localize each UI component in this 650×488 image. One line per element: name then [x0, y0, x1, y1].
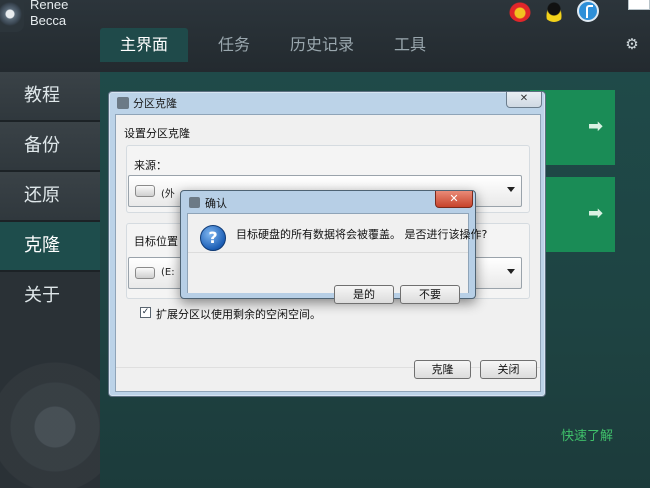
qq-icon[interactable] [543, 0, 565, 22]
confirm-button-bar: 是的 不要 [188, 252, 468, 304]
no-button[interactable]: 不要 [400, 285, 460, 304]
gear-icon[interactable]: ⚙ [624, 36, 640, 52]
confirm-dialog: 确认 ✕ ? 目标硬盘的所有数据将会被覆盖。 是否进行该操作? 是的 不要 [180, 190, 487, 304]
source-value: (外 [161, 189, 175, 200]
tab-tools[interactable]: 工具 [376, 28, 444, 62]
tab-home[interactable]: 主界面 [100, 28, 188, 62]
quick-learn-link[interactable]: 快速了解 [561, 425, 613, 444]
facebook-icon[interactable] [577, 0, 599, 22]
arrow-right-icon: ➡ [588, 203, 604, 224]
chevron-down-icon [507, 269, 515, 274]
tab-history[interactable]: 历史记录 [272, 28, 372, 62]
app-logo-icon [0, 0, 24, 32]
brand-line2: Becca [30, 13, 67, 28]
main-tabs: 主界面 任务 历史记录 工具 [100, 28, 444, 62]
tab-tasks[interactable]: 任务 [200, 28, 268, 62]
expand-partition-label: 扩展分区以使用剩余的空闲空间。 [156, 308, 321, 321]
dialog-titlebar[interactable]: 分区克隆 [109, 92, 545, 114]
source-label: 来源： [134, 159, 167, 172]
target-value: (E: [161, 267, 175, 278]
clone-button[interactable]: 克隆 [414, 360, 471, 379]
confirm-body: ? 目标硬盘的所有数据将会被覆盖。 是否进行该操作? 是的 不要 [187, 213, 487, 304]
sidebar-item-backup[interactable]: 备份 [0, 122, 100, 172]
confirm-message: 目标硬盘的所有数据将会被覆盖。 是否进行该操作? [236, 228, 488, 241]
dialog-heading: 设置分区克隆 [124, 127, 190, 140]
brand: Renee Becca [30, 0, 68, 29]
dialog-title: 分区克隆 [133, 97, 177, 110]
sidebar-item-tutorial[interactable]: 教程 [0, 72, 100, 122]
close-icon[interactable]: ✕ [506, 92, 542, 108]
close-button[interactable]: 关闭 [480, 360, 537, 379]
app-icon [189, 197, 200, 208]
brand-line1: Renee [30, 0, 69, 12]
app-icon [117, 97, 129, 109]
chevron-down-icon [507, 187, 515, 192]
weibo-icon[interactable] [509, 0, 531, 22]
sidebar: 教程 备份 还原 克隆 关于 [0, 72, 120, 488]
question-icon: ? [200, 225, 226, 251]
app-header: Renee Becca 主界面 任务 历史记录 工具 ⚙ [0, 0, 650, 72]
sidebar-item-about[interactable]: 关于 [0, 272, 100, 322]
confirm-title: 确认 [205, 197, 227, 210]
target-label: 目标位置 [134, 235, 178, 248]
sidebar-item-restore[interactable]: 还原 [0, 172, 100, 222]
disk-icon [135, 185, 155, 197]
expand-partition-checkbox[interactable]: ✓ [140, 307, 151, 318]
window-control-button[interactable] [628, 0, 650, 10]
yes-button[interactable]: 是的 [334, 285, 394, 304]
disk-icon [135, 267, 155, 279]
arrow-right-icon: ➡ [588, 116, 604, 137]
close-icon[interactable]: ✕ [435, 191, 473, 208]
dialog-footer [116, 367, 540, 393]
sidebar-item-clone[interactable]: 克隆 [0, 222, 100, 272]
